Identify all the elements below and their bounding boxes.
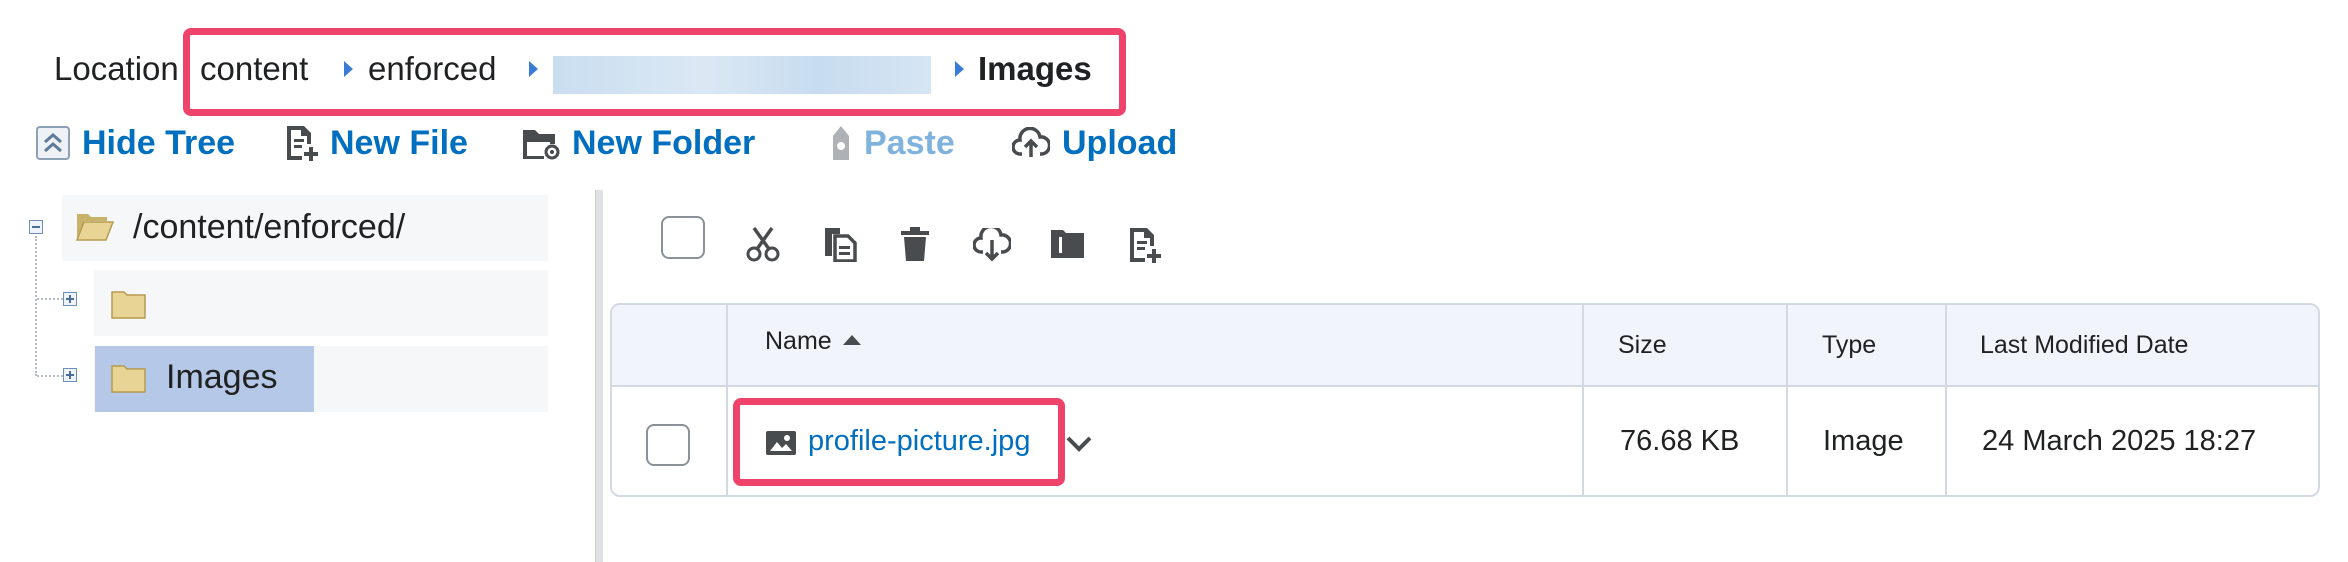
column-header-size[interactable]: Size: [1618, 331, 1667, 360]
paste-label: Paste: [864, 123, 955, 162]
new-folder-icon: [522, 126, 560, 160]
tree-connector: [35, 236, 37, 376]
new-file-icon[interactable]: [1127, 226, 1161, 269]
paste-icon: [830, 124, 852, 162]
folder-open-icon: [75, 211, 115, 246]
collapse-toggle-icon[interactable]: [29, 220, 43, 234]
delete-icon[interactable]: [900, 226, 930, 267]
breadcrumb-highlight: [183, 28, 1126, 116]
row-checkbox[interactable]: [646, 424, 690, 466]
folder-icon: [111, 364, 147, 399]
file-name-highlight: [733, 398, 1065, 486]
file-size: 76.68 KB: [1620, 425, 1740, 457]
copy-icon[interactable]: [822, 226, 858, 267]
expand-toggle-icon[interactable]: [63, 368, 77, 382]
table-divider: [612, 385, 2318, 387]
new-folder-label: New Folder: [572, 123, 756, 162]
select-all-checkbox[interactable]: [661, 216, 705, 259]
column-divider: [1786, 305, 1788, 495]
tree-root-label: /content/enforced/: [133, 208, 406, 246]
collapse-icon: [36, 126, 70, 160]
chevron-down-icon[interactable]: [1066, 436, 1092, 457]
file-modified-date: 24 March 2025 18:27: [1982, 425, 2257, 457]
tree-row-redacted[interactable]: [94, 270, 548, 336]
sort-ascending-icon: [842, 333, 862, 351]
column-header-modified[interactable]: Last Modified Date: [1980, 331, 2188, 360]
column-name-label: Name: [765, 327, 832, 355]
expand-toggle-icon[interactable]: [63, 292, 77, 306]
upload-label: Upload: [1062, 123, 1178, 162]
panel-splitter[interactable]: [595, 190, 603, 562]
column-header-type[interactable]: Type: [1822, 331, 1876, 360]
column-header-name[interactable]: Name: [765, 327, 862, 356]
breadcrumb-label: Location: [54, 50, 179, 87]
move-icon[interactable]: [1050, 228, 1086, 265]
hide-tree-label: Hide Tree: [82, 123, 236, 162]
download-icon[interactable]: [972, 224, 1013, 267]
paste-button[interactable]: Paste: [830, 118, 955, 168]
tree-images-label: Images: [166, 358, 278, 396]
cloud-upload-icon: [1012, 127, 1050, 159]
new-file-button[interactable]: New File: [284, 118, 468, 168]
hide-tree-button[interactable]: Hide Tree: [36, 118, 235, 168]
upload-button[interactable]: Upload: [1012, 118, 1177, 168]
file-type: Image: [1823, 425, 1904, 457]
new-file-icon: [284, 124, 318, 162]
column-divider: [1582, 305, 1584, 495]
cut-icon[interactable]: [745, 226, 781, 267]
folder-icon: [111, 290, 147, 325]
new-folder-button[interactable]: New Folder: [522, 118, 755, 168]
column-divider: [1945, 305, 1947, 495]
column-divider: [726, 305, 728, 495]
new-file-label: New File: [330, 123, 468, 162]
